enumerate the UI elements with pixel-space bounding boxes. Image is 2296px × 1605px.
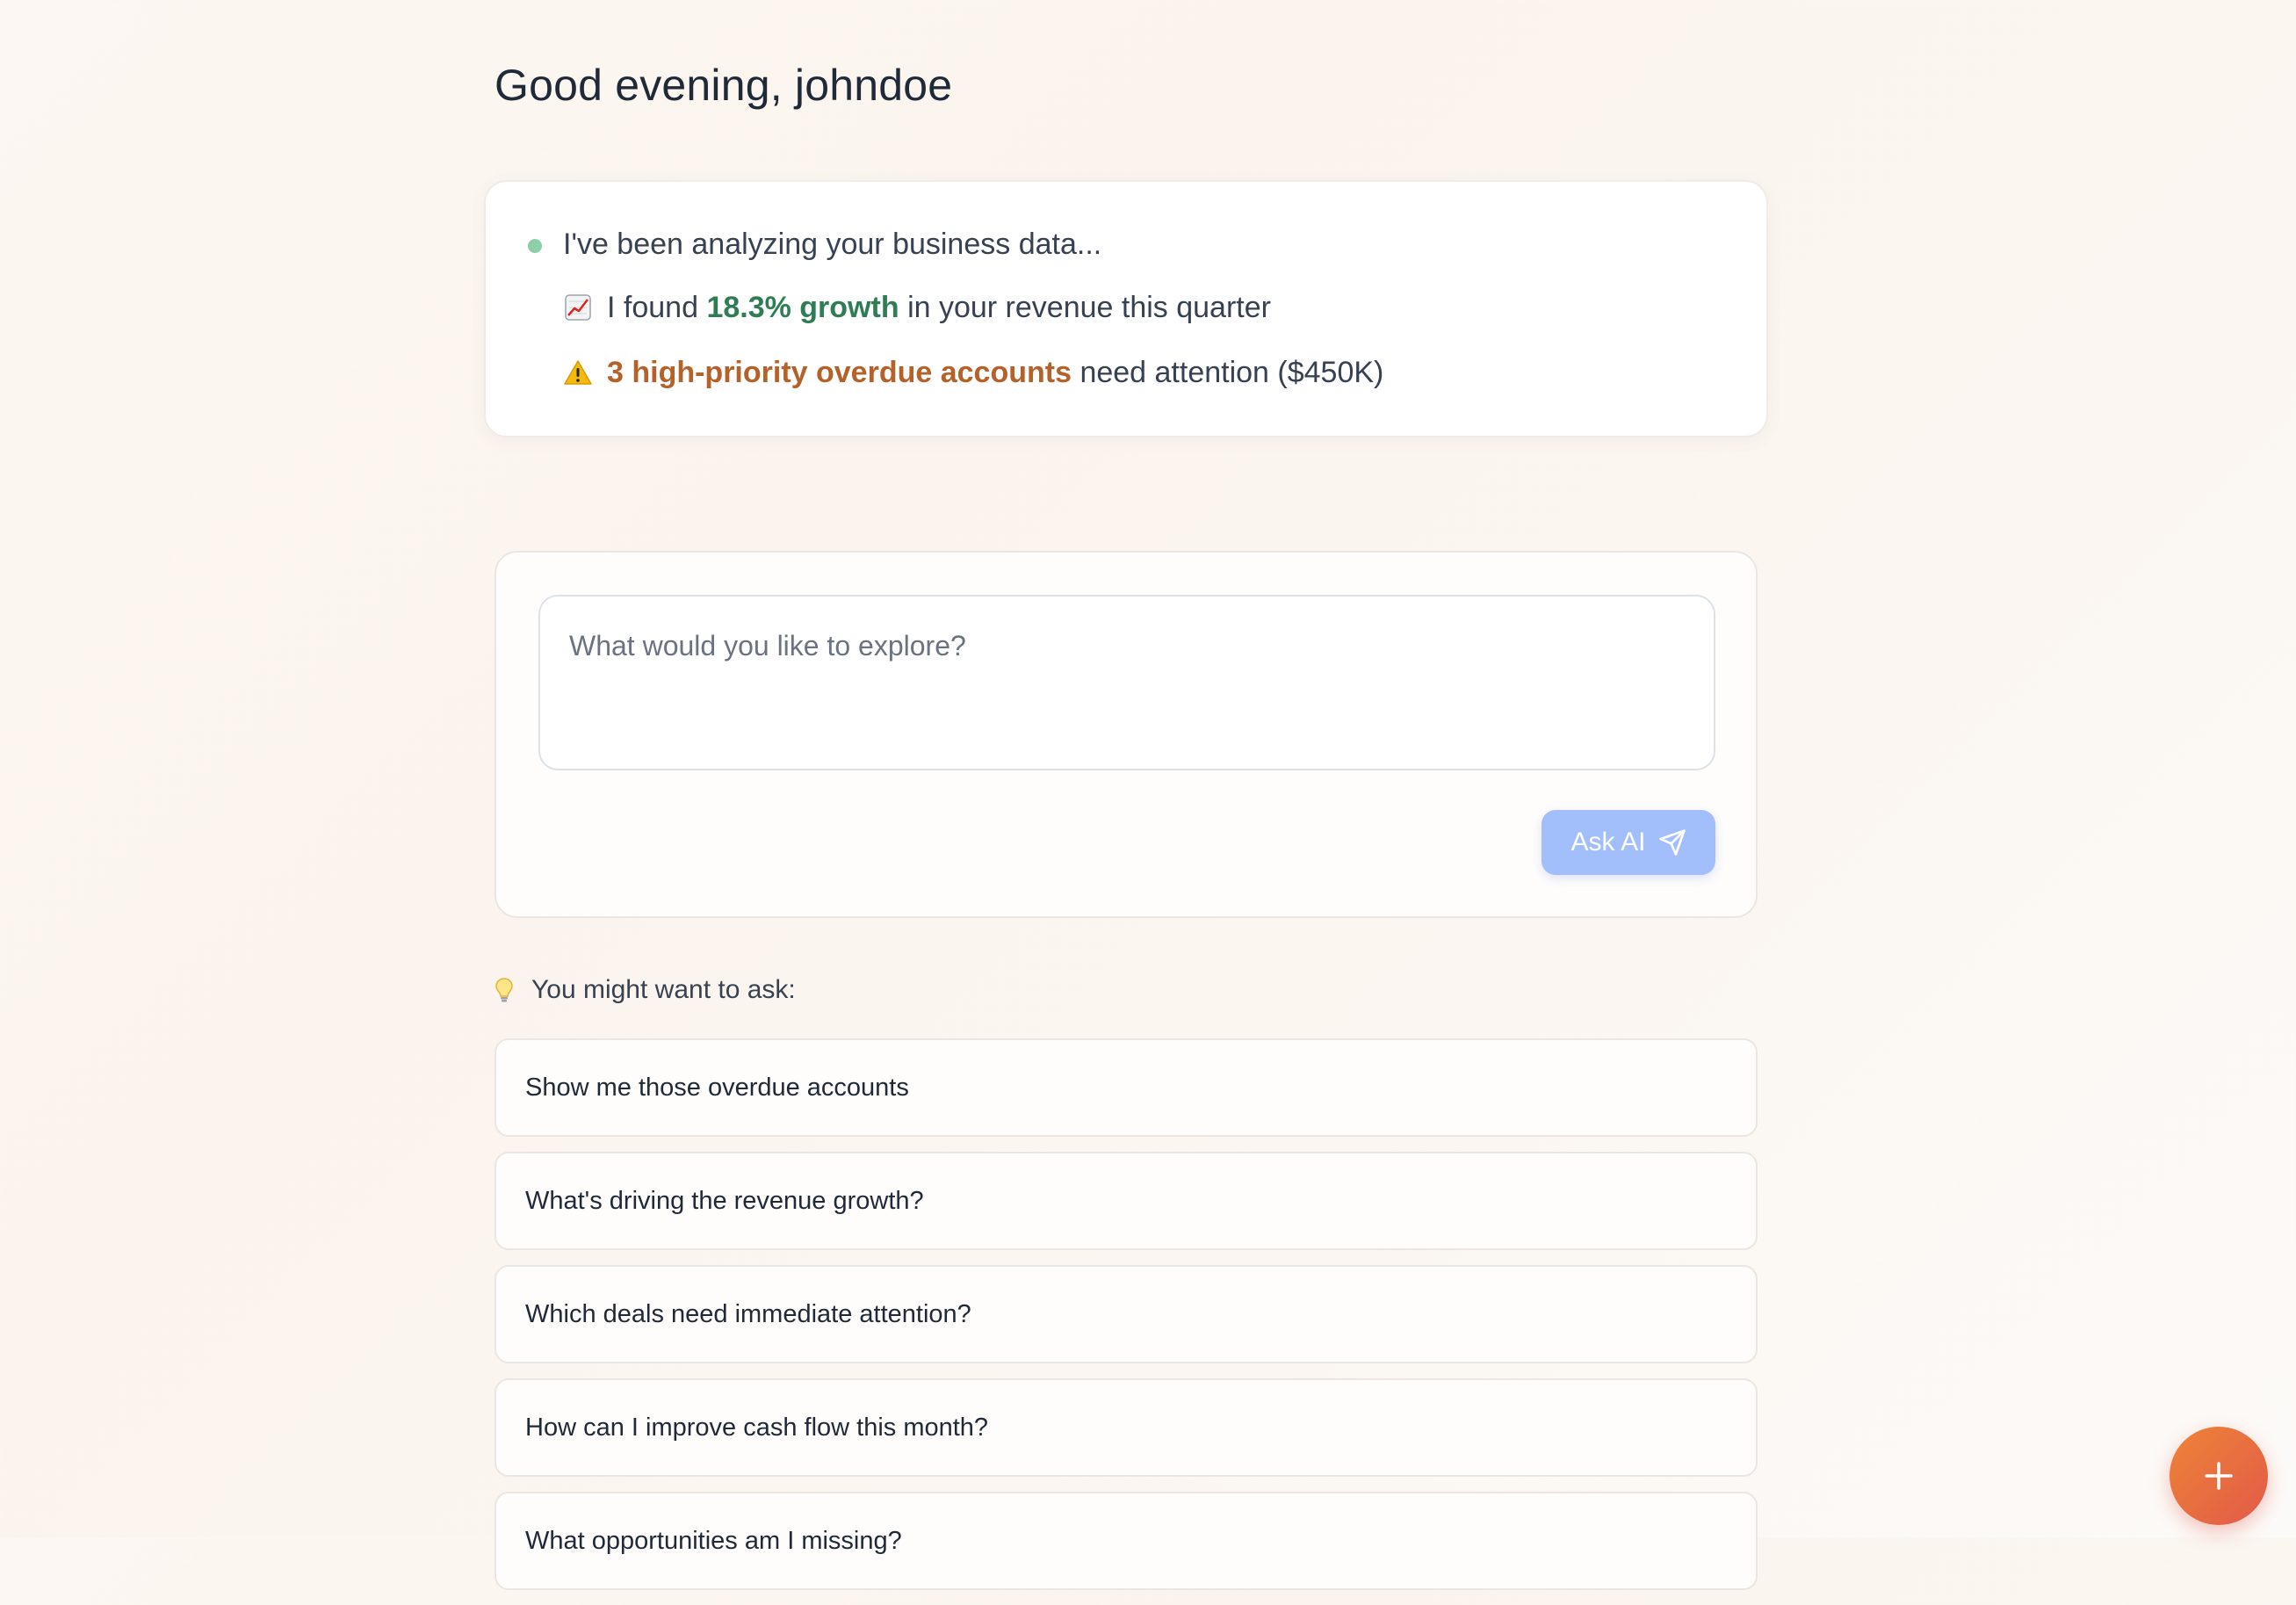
suggestion-item[interactable]: How can I improve cash flow this month?: [495, 1378, 1758, 1477]
insights-card: I've been analyzing your business data..…: [484, 180, 1768, 437]
new-chat-fab-button[interactable]: [2170, 1427, 2268, 1525]
suggestion-item[interactable]: Which deals need immediate attention?: [495, 1265, 1758, 1363]
suggestions-label: You might want to ask:: [531, 975, 796, 1004]
warning-icon: [563, 359, 593, 388]
overdue-suffix: need attention ($450K): [1079, 356, 1384, 389]
suggestion-list: Show me those overdue accounts What's dr…: [495, 1038, 1758, 1605]
suggestion-item[interactable]: What opportunities am I missing?: [495, 1492, 1758, 1590]
overdue-highlight: 3 high-priority overdue accounts: [607, 356, 1072, 389]
explore-input[interactable]: [538, 595, 1715, 770]
ask-ai-button-label: Ask AI: [1570, 828, 1646, 857]
chart-increasing-icon: [563, 294, 593, 323]
ask-ai-panel: Ask AI: [495, 551, 1758, 918]
growth-highlight: 18.3% growth: [706, 291, 899, 324]
insight-status-text: I've been analyzing your business data..…: [563, 228, 1102, 261]
status-dot-icon: [528, 239, 542, 253]
suggestion-item[interactable]: What's driving the revenue growth?: [495, 1152, 1758, 1250]
home-page: Good evening, johndoe I've been analyzin…: [0, 0, 2296, 1590]
lightbulb-icon: [495, 978, 513, 1002]
suggestion-item[interactable]: Show me those overdue accounts: [495, 1038, 1758, 1137]
suggestions-heading: You might want to ask:: [495, 975, 796, 1005]
growth-prefix: I found: [607, 291, 698, 324]
growth-suffix: in your revenue this quarter: [907, 291, 1271, 324]
insight-growth: I found 18.3% growth in your revenue thi…: [563, 291, 1271, 325]
insight-overdue: 3 high-priority overdue accounts need at…: [563, 356, 1383, 390]
plus-icon: [2205, 1462, 2233, 1490]
ask-ai-button[interactable]: Ask AI: [1541, 810, 1715, 875]
greeting-title: Good evening, johndoe: [495, 61, 953, 110]
send-icon: [1658, 829, 1686, 856]
